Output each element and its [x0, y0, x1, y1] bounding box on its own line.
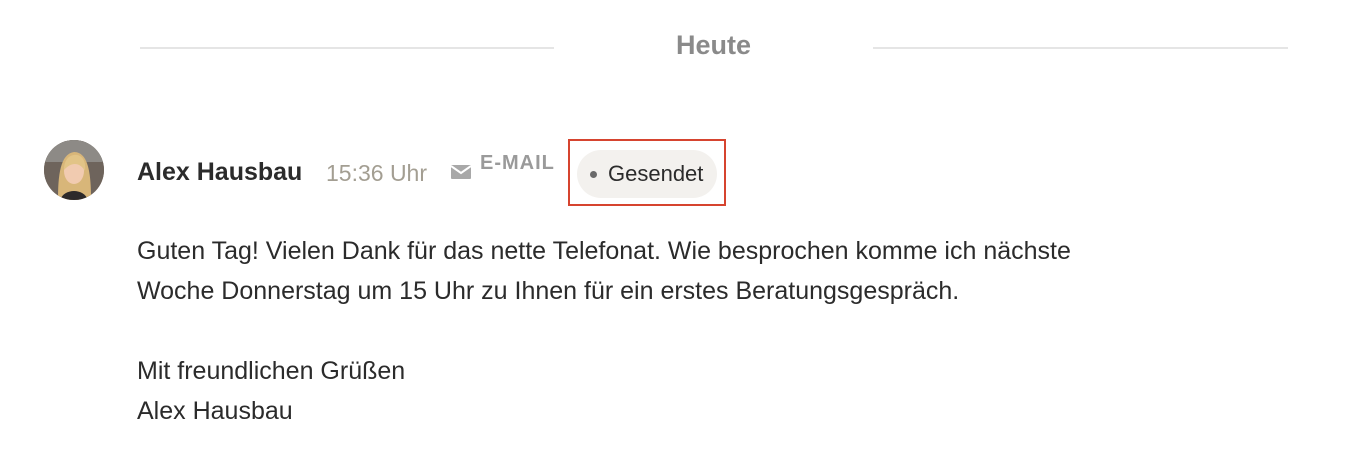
message-timestamp: 15:36 Uhr — [326, 160, 428, 186]
message-body-line: Woche Donnerstag um 15 Uhr zu Ihnen für … — [137, 277, 960, 305]
day-divider-line-right — [873, 47, 1288, 49]
day-divider-label: Heute — [675, 30, 751, 60]
channel-label: E-MAIL — [480, 152, 555, 174]
message-body: Guten Tag! Vielen Dank für das nette Tel… — [137, 231, 1287, 431]
conversation-view: Heute Alex Hausbau 15:36 Uhr E-MAIL Gese… — [0, 0, 1370, 456]
status-label: Gesendet — [608, 161, 704, 186]
status-dot-icon — [590, 170, 597, 178]
sender-name: Alex Hausbau — [137, 158, 303, 186]
envelope-icon — [450, 163, 472, 181]
message-body-line: Guten Tag! Vielen Dank für das nette Tel… — [137, 237, 1071, 265]
message-signature: Alex Hausbau — [137, 397, 293, 425]
message-signoff: Mit freundlichen Grüßen — [137, 357, 406, 385]
status-badge: Gesendet — [577, 150, 718, 198]
day-divider-line-left — [140, 47, 554, 49]
sender-avatar[interactable] — [44, 140, 104, 200]
